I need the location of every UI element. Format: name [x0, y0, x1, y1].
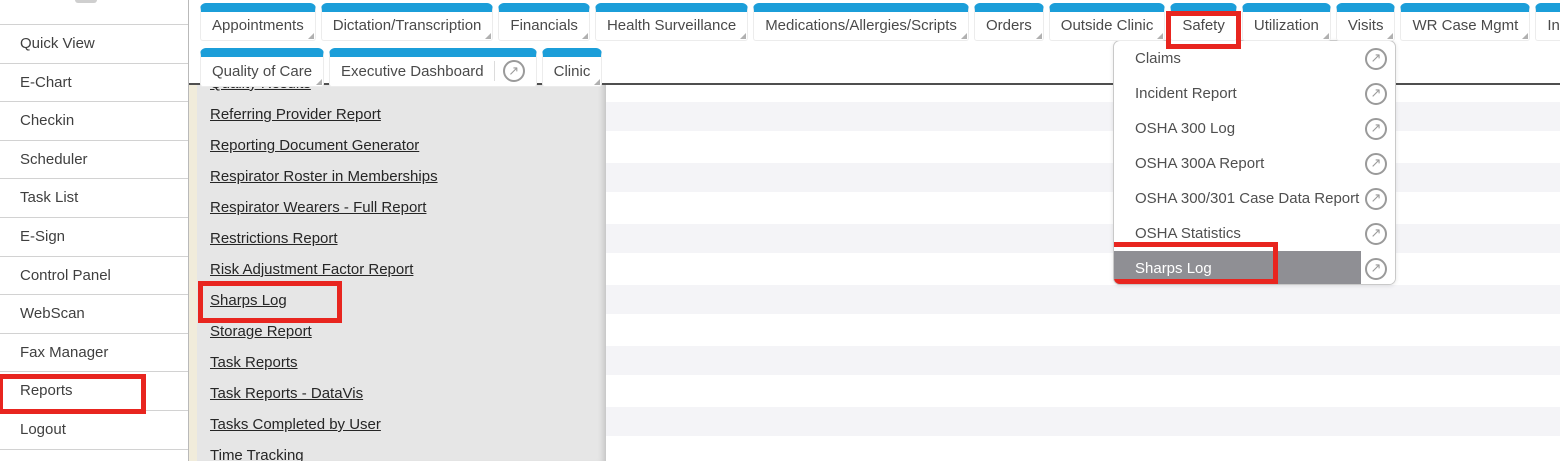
sidebar-item-task-list[interactable]: Task List [0, 179, 188, 218]
app-window: Quick View E-Chart Checkin Scheduler Tas… [0, 0, 1560, 461]
tab-financials[interactable]: Financials [498, 3, 590, 41]
report-link-quality-results[interactable]: Quality Results [197, 85, 606, 99]
tab-label: Financials [510, 16, 578, 35]
tab-label: Orders [986, 16, 1032, 35]
report-link-referring-provider-report[interactable]: Referring Provider Report [197, 99, 606, 130]
report-link-time-tracking[interactable]: Time Tracking [197, 440, 606, 461]
tab-visits[interactable]: Visits [1336, 3, 1396, 41]
tab-executive-dashboard[interactable]: Executive Dashboard ↗ [329, 48, 537, 87]
sidebar-item-e-sign[interactable]: E-Sign [0, 218, 188, 257]
tab-label: Clinic [554, 62, 591, 81]
tab-outside-clinic[interactable]: Outside Clinic [1049, 3, 1166, 41]
arrow-glyph: ↗ [1371, 122, 1382, 135]
tab-label: Appointments [212, 16, 304, 35]
menu-item-osha-statistics[interactable]: OSHA Statistics ↗ [1114, 216, 1395, 251]
tab-label: Safety [1182, 16, 1225, 35]
external-link-icon[interactable]: ↗ [1365, 118, 1387, 140]
tab-label: Executive Dashboard [341, 62, 484, 81]
external-link-icon[interactable]: ↗ [1365, 223, 1387, 245]
tab-label: Quality of Care [212, 62, 312, 81]
report-link-task-reports-datavis[interactable]: Task Reports - DataVis [197, 378, 606, 409]
report-link-tasks-completed-by-user[interactable]: Tasks Completed by User [197, 409, 606, 440]
tab-clinic[interactable]: Clinic [542, 48, 603, 87]
sidebar-item-scheduler[interactable]: Scheduler [0, 141, 188, 180]
tab-label: Visits [1348, 16, 1384, 35]
tab-industrial-hygiene[interactable]: Industrial Hygiene [1535, 3, 1560, 41]
tab-wr-case-mgmt[interactable]: WR Case Mgmt [1400, 3, 1530, 41]
scroll-fragment [75, 0, 97, 3]
external-link-icon[interactable]: ↗ [503, 60, 525, 82]
sidebar-item-control-panel[interactable]: Control Panel [0, 257, 188, 296]
menu-item-label: Incident Report [1135, 85, 1365, 102]
sidebar-item-label: Reports [20, 382, 73, 399]
sidebar-item-fax-manager[interactable]: Fax Manager [0, 334, 188, 373]
report-link-risk-adjustment-factor-report[interactable]: Risk Adjustment Factor Report [197, 254, 606, 285]
menu-item-label: OSHA 300A Report [1135, 155, 1365, 172]
sidebar-item-e-chart[interactable]: E-Chart [0, 64, 188, 103]
tab-label: Outside Clinic [1061, 16, 1154, 35]
arrow-glyph: ↗ [508, 65, 519, 78]
external-link-icon[interactable]: ↗ [1365, 153, 1387, 175]
menu-item-label: OSHA 300 Log [1135, 120, 1365, 137]
external-link-icon[interactable]: ↗ [1365, 188, 1387, 210]
tab-medications-allergies-scripts[interactable]: Medications/Allergies/Scripts [753, 3, 969, 41]
report-link-restrictions-report[interactable]: Restrictions Report [197, 223, 606, 254]
report-link-task-reports[interactable]: Task Reports [197, 347, 606, 378]
sidebar-item-checkin[interactable]: Checkin [0, 102, 188, 141]
tab-utilization[interactable]: Utilization [1242, 3, 1331, 41]
arrow-glyph: ↗ [1371, 192, 1382, 205]
sidebar-partial-row [0, 0, 188, 25]
tab-icon-divider [494, 61, 495, 81]
tab-orders[interactable]: Orders [974, 3, 1044, 41]
sidebar-item-webscan[interactable]: WebScan [0, 295, 188, 334]
tab-label: Utilization [1254, 16, 1319, 35]
tab-quality-of-care[interactable]: Quality of Care [200, 48, 324, 87]
tab-dictation-transcription[interactable]: Dictation/Transcription [321, 3, 494, 41]
report-link-sharps-log[interactable]: Sharps Log [197, 285, 606, 316]
tab-row-1: Appointments Dictation/Transcription Fin… [189, 0, 1560, 41]
menu-item-sharps-log[interactable]: Sharps Log ↗ [1114, 251, 1395, 285]
menu-item-label: Sharps Log [1135, 260, 1365, 277]
tab-row-2: Quality of Care Executive Dashboard ↗ Cl… [189, 41, 1560, 87]
arrow-glyph: ↗ [1371, 262, 1382, 275]
reports-link-panel: Quality Results Referring Provider Repor… [197, 85, 606, 461]
menu-item-label: OSHA Statistics [1135, 225, 1365, 242]
tab-label: Health Surveillance [607, 16, 736, 35]
tab-label: WR Case Mgmt [1412, 16, 1518, 35]
tab-label: Medications/Allergies/Scripts [765, 16, 957, 35]
arrow-glyph: ↗ [1371, 87, 1382, 100]
menu-item-osha-300-301-case-data-report[interactable]: OSHA 300/301 Case Data Report ↗ [1114, 181, 1395, 216]
tab-strip: Appointments Dictation/Transcription Fin… [189, 0, 1560, 83]
report-link-respirator-roster-in-memberships[interactable]: Respirator Roster in Memberships [197, 161, 606, 192]
sidebar-item-quick-view[interactable]: Quick View [0, 25, 188, 64]
menu-item-label: OSHA 300/301 Case Data Report [1135, 190, 1365, 207]
report-link-storage-report[interactable]: Storage Report [197, 316, 606, 347]
menu-item-osha-300-log[interactable]: OSHA 300 Log ↗ [1114, 111, 1395, 146]
tab-safety[interactable]: Safety [1170, 3, 1237, 41]
page-gutter [189, 85, 197, 461]
sidebar-item-reports[interactable]: Reports [0, 372, 188, 411]
external-link-icon[interactable]: ↗ [1365, 258, 1387, 280]
arrow-glyph: ↗ [1371, 157, 1382, 170]
tab-label: Dictation/Transcription [333, 16, 482, 35]
tab-health-surveillance[interactable]: Health Surveillance [595, 3, 748, 41]
sidebar-item-logout[interactable]: Logout [0, 411, 188, 450]
tab-label: Industrial Hygiene [1547, 16, 1560, 35]
arrow-glyph: ↗ [1371, 227, 1382, 240]
content-area [606, 85, 1560, 461]
tab-appointments[interactable]: Appointments [200, 3, 316, 41]
menu-item-osha-300a-report[interactable]: OSHA 300A Report ↗ [1114, 146, 1395, 181]
sidebar: Quick View E-Chart Checkin Scheduler Tas… [0, 0, 189, 461]
report-link-label: Sharps Log [210, 292, 287, 309]
report-link-reporting-document-generator[interactable]: Reporting Document Generator [197, 130, 606, 161]
report-link-respirator-wearers-full-report[interactable]: Respirator Wearers - Full Report [197, 192, 606, 223]
